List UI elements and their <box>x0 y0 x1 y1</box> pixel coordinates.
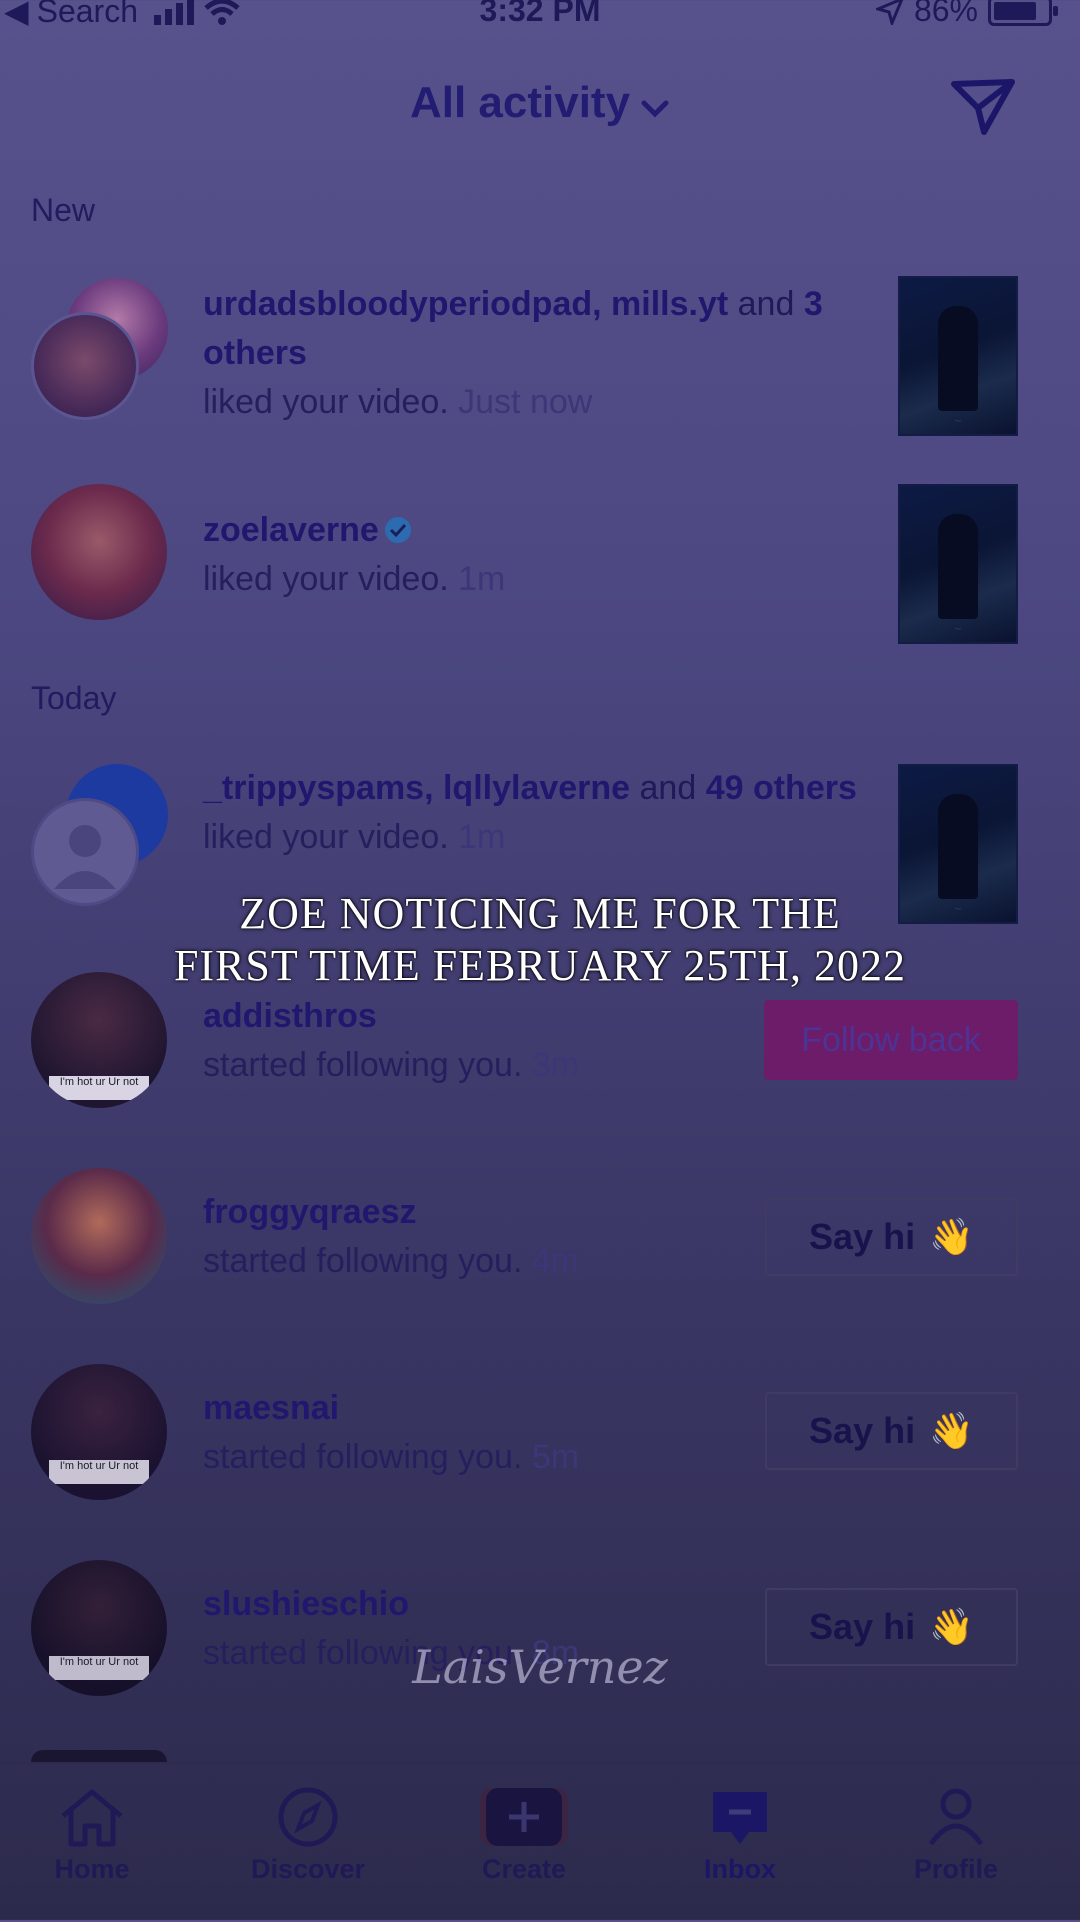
username[interactable]: maesnai <box>203 1389 339 1427</box>
username[interactable]: slushieschio <box>203 1585 409 1623</box>
location-arrow-icon <box>875 0 903 25</box>
avatar[interactable]: I'm hot ur Ur not <box>31 972 167 1108</box>
avatar <box>31 1750 167 1762</box>
say-hi-label[interactable]: Say hi <box>809 1410 915 1452</box>
avatar[interactable] <box>31 312 139 420</box>
status-right: 86% <box>875 0 1058 29</box>
page-title[interactable]: All activity <box>410 78 630 127</box>
bottom-tab-bar: Home Discover Create Inbox Profile <box>0 1762 1080 1922</box>
profile-icon <box>928 1788 984 1846</box>
avatar-caption: I'm hot ur Ur not <box>49 1076 149 1100</box>
plus-icon <box>480 1788 568 1846</box>
compass-icon <box>278 1787 338 1847</box>
chevron-down-icon[interactable] <box>640 80 670 130</box>
notification-text: zoelaverne liked your video. 1m <box>203 506 863 604</box>
watermark-signature: LaisVernez <box>412 1640 668 1694</box>
notification-text: urdadsbloodyperiodpad, mills.yt and 3 ot… <box>203 280 863 427</box>
tab-label[interactable]: Inbox <box>704 1854 776 1884</box>
action-text: liked your video. <box>203 560 449 598</box>
usernames[interactable]: _trippyspams, lqllylaverne <box>203 769 630 807</box>
action-text: started following you. <box>203 1438 523 1476</box>
avatar[interactable] <box>31 484 167 620</box>
verified-badge-icon <box>384 517 411 543</box>
action-text: started following you. <box>203 1242 523 1280</box>
timestamp: 5m <box>531 1438 580 1476</box>
say-hi-button[interactable]: Say hi 👋 <box>765 1198 1018 1276</box>
direct-message-icon[interactable] <box>950 78 1016 141</box>
tab-label[interactable]: Profile <box>914 1854 998 1884</box>
action-text: liked your video. <box>203 818 449 856</box>
notification-text: froggyqraesz started following you. 4m <box>203 1188 863 1286</box>
username[interactable]: zoelaverne <box>203 511 379 549</box>
timestamp: 3m <box>531 1046 580 1084</box>
tab-profile[interactable]: Profile <box>856 1786 1056 1885</box>
caption-line-1: ZOE NOTICING ME FOR THE <box>239 889 841 938</box>
tab-discover[interactable]: Discover <box>208 1786 408 1885</box>
tab-inbox[interactable]: Inbox <box>640 1786 840 1885</box>
tab-create[interactable]: Create <box>424 1786 624 1885</box>
timestamp: 4m <box>531 1242 580 1280</box>
username[interactable]: addisthros <box>203 997 377 1035</box>
say-hi-label[interactable]: Say hi <box>809 1216 915 1258</box>
action-text: liked your video. <box>203 383 449 421</box>
timestamp: 1m <box>458 560 506 598</box>
username[interactable]: froggyqraesz <box>203 1193 417 1231</box>
activity-filter-dropdown[interactable]: All activity <box>0 78 1080 130</box>
section-label-today: Today <box>31 680 117 716</box>
timestamp: 1m <box>458 818 506 856</box>
section-label-new: New <box>31 192 96 228</box>
inbox-icon <box>713 1792 767 1844</box>
battery-icon <box>988 0 1058 26</box>
home-icon <box>61 1789 123 1847</box>
tab-label[interactable]: Home <box>54 1854 129 1884</box>
avatar[interactable]: I'm hot ur Ur not <box>31 1364 167 1500</box>
conjunction: and <box>728 285 804 323</box>
notification-text: _trippyspams, lqllylaverne and 49 others… <box>203 764 863 862</box>
say-hi-button[interactable]: Say hi 👋 <box>765 1392 1018 1470</box>
tab-home[interactable]: Home <box>0 1786 192 1885</box>
others-count[interactable]: 49 others <box>706 769 857 807</box>
tab-label[interactable]: Discover <box>251 1854 365 1884</box>
battery-percent: 86% <box>913 0 978 28</box>
notification-text: maesnai started following you. 5m <box>203 1384 863 1482</box>
conjunction: and <box>630 769 706 807</box>
video-caption-overlay: ZOE NOTICING ME FOR THE FIRST TIME FEBRU… <box>0 888 1080 992</box>
waving-hand-icon: 👋 <box>929 1410 974 1451</box>
avatar[interactable] <box>31 1168 167 1304</box>
video-thumbnail[interactable]: ~ <box>898 484 1018 644</box>
timestamp: Just now <box>458 383 593 421</box>
action-text: started following you. <box>203 1046 523 1084</box>
waving-hand-icon: 👋 <box>929 1216 974 1257</box>
status-bar: ◀ Search 3:32 PM 86% <box>0 0 1080 30</box>
usernames[interactable]: urdadsbloodyperiodpad, mills.yt <box>203 285 728 323</box>
video-thumbnail[interactable]: ~ <box>898 276 1018 436</box>
follow-back-button[interactable]: Follow back <box>764 1000 1018 1080</box>
caption-line-2: FIRST TIME FEBRUARY 25TH, 2022 <box>173 941 907 990</box>
tab-label[interactable]: Create <box>482 1854 566 1884</box>
avatar-caption: I'm hot ur Ur not <box>49 1460 149 1484</box>
